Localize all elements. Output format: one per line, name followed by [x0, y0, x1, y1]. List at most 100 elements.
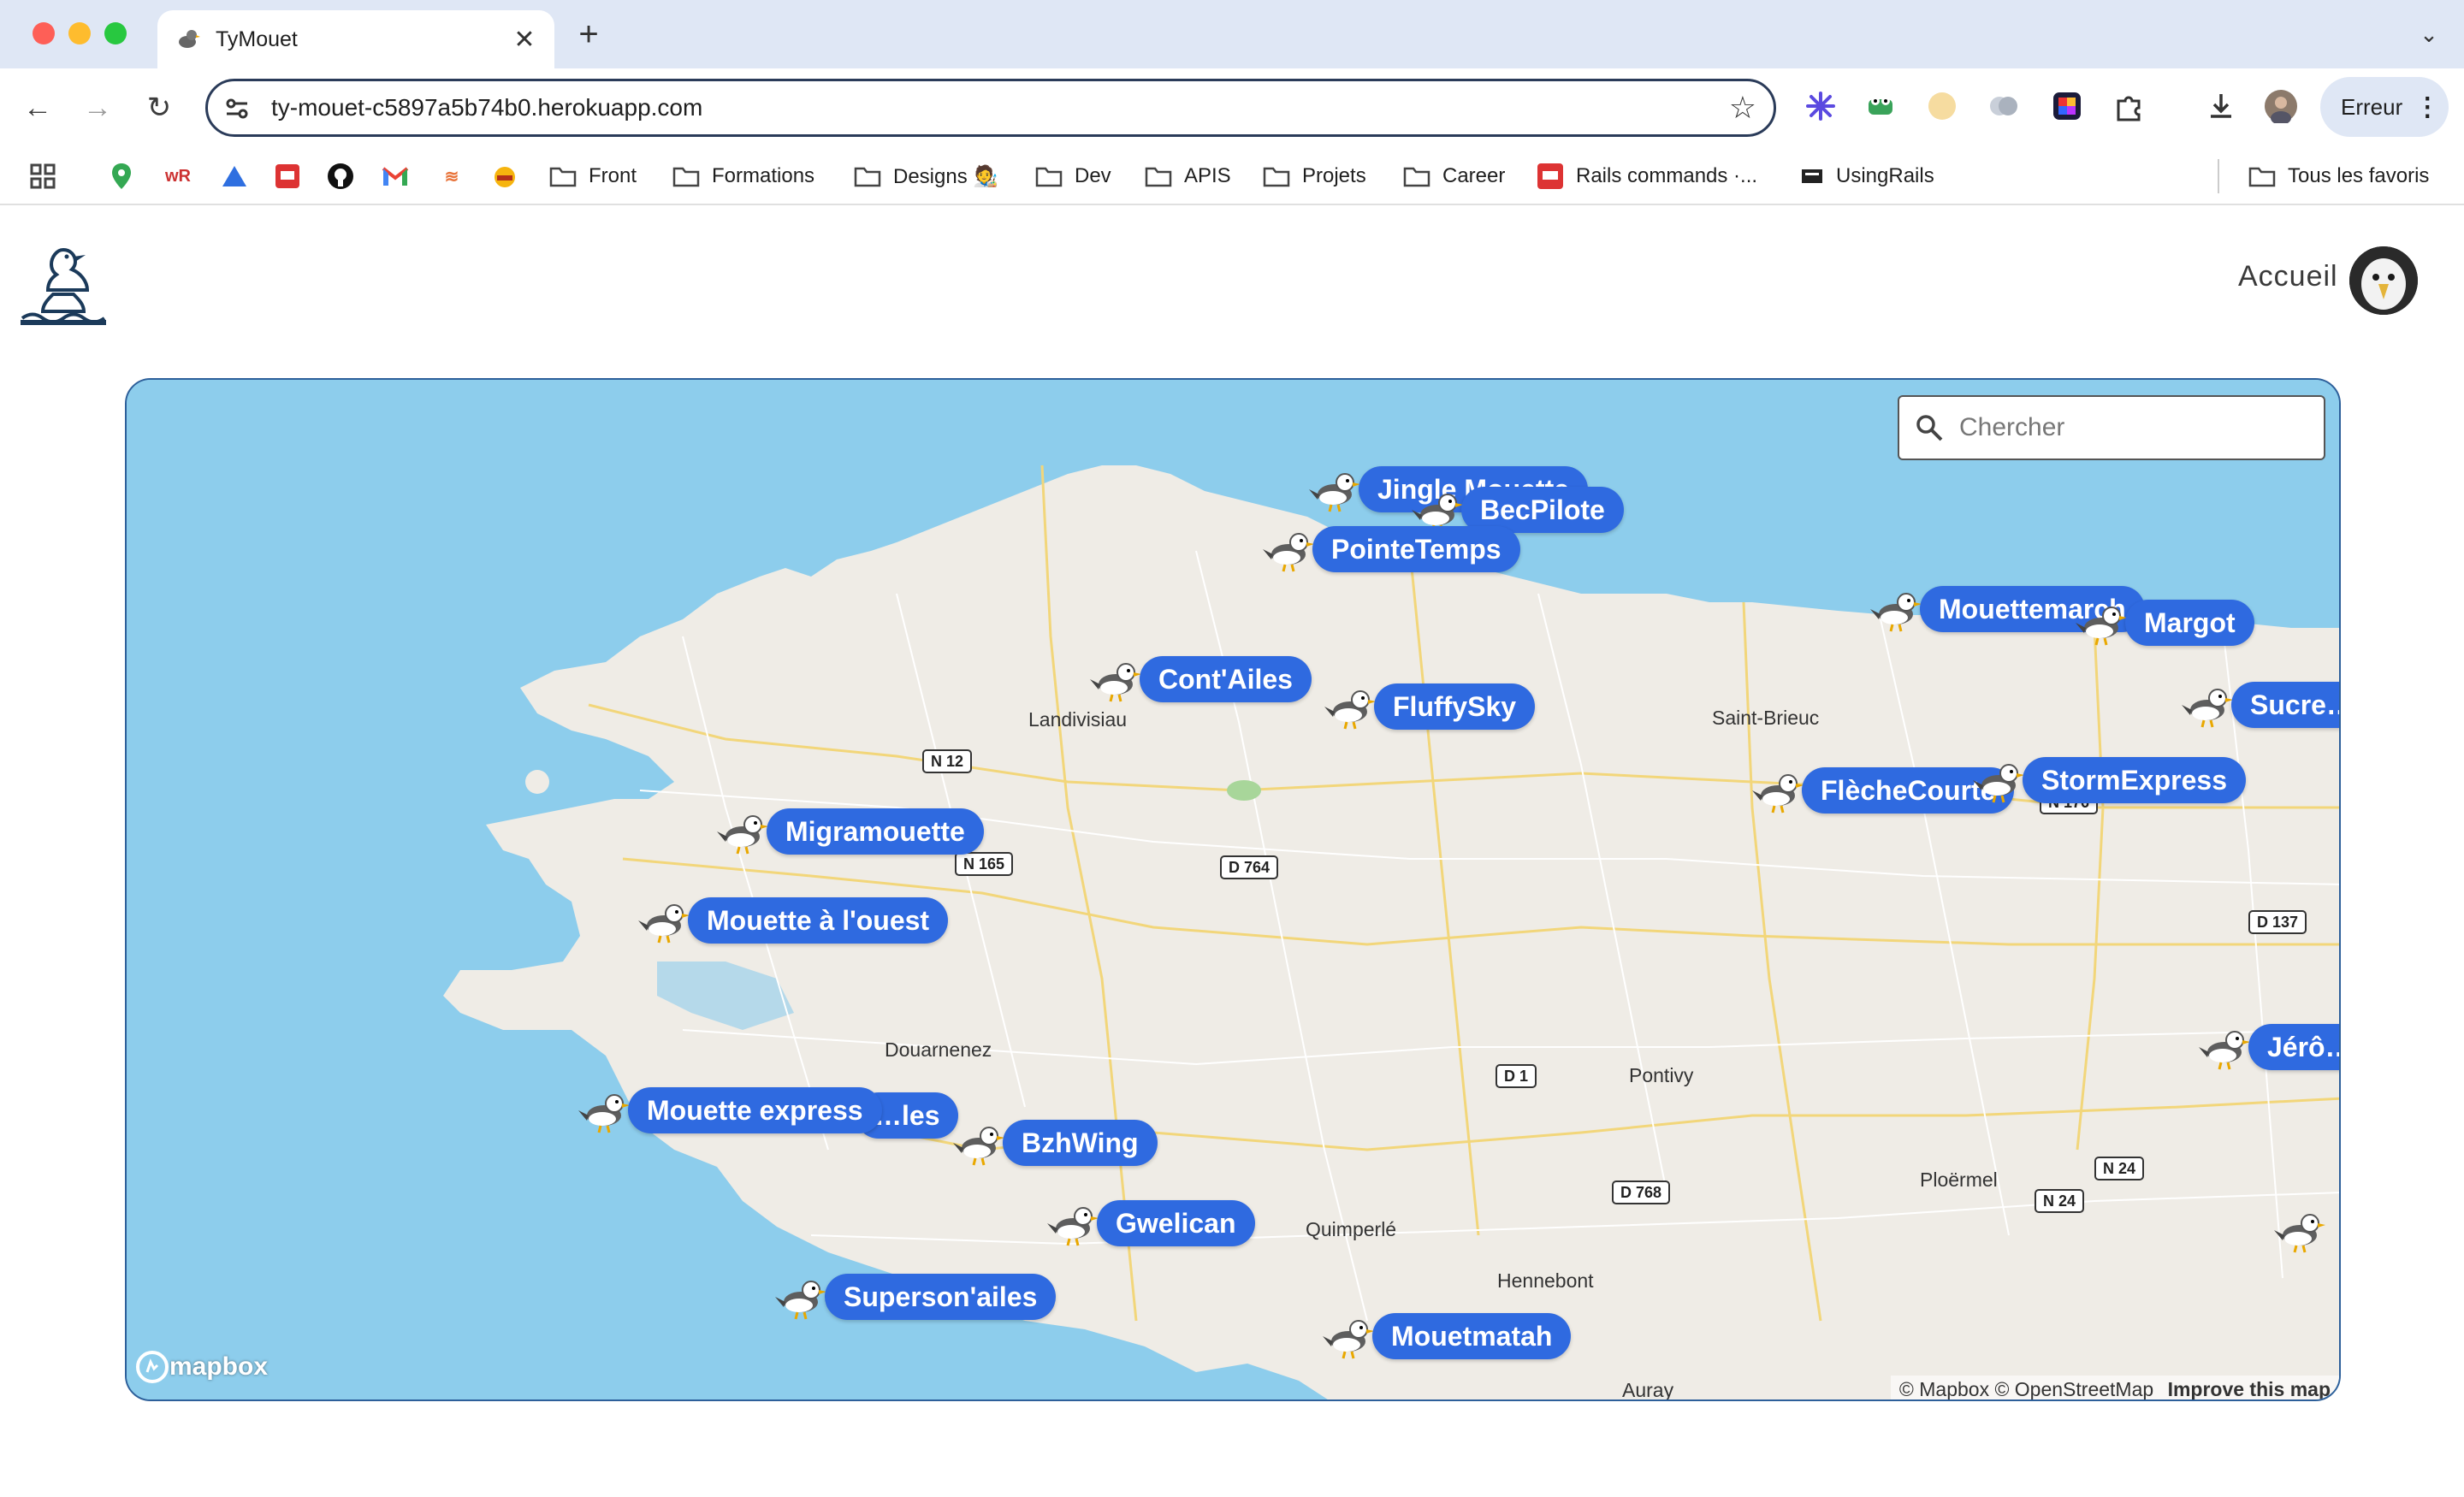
apps-grid-icon[interactable] — [29, 163, 56, 190]
marker-label[interactable]: FluffySky — [1374, 683, 1536, 730]
marker-label[interactable]: Jérô… — [2248, 1024, 2339, 1070]
marker-label[interactable]: StormExpress — [2023, 757, 2246, 803]
seagull-marker[interactable]: Cont'Ailes — [1088, 655, 1312, 703]
marker-label[interactable]: Cont'Ailes — [1140, 656, 1312, 702]
map-container[interactable]: Landivisiau Saint-Brieuc Douarnenez Pont… — [125, 378, 2341, 1401]
folder-icon — [549, 167, 577, 187]
seagull-favicon-icon — [179, 30, 200, 48]
extension-cloud-icon[interactable] — [1985, 87, 2023, 125]
bookmark-folder-apis[interactable]: APIS — [1145, 159, 1231, 193]
seagull-marker[interactable]: Superson'ailes — [773, 1273, 1057, 1321]
seagull-marker[interactable]: StormExpress — [1971, 756, 2246, 804]
tab-search-chevron-icon[interactable]: ⌄ — [2408, 15, 2450, 53]
extension-color-icon[interactable] — [2048, 87, 2086, 125]
profile-error-button[interactable]: Erreur ⋮ — [2320, 77, 2449, 137]
bookmark-all-favorites[interactable]: Tous les favoris — [2248, 159, 2429, 193]
bookmark-folder-projets[interactable]: Projets — [1263, 159, 1366, 193]
road-shield: N 24 — [2035, 1189, 2085, 1213]
seagull-marker[interactable]: Mouette à l'ouest — [637, 896, 949, 944]
stackoverflow-bookmark-icon[interactable]: ≋ — [438, 163, 465, 190]
gmail-bookmark-icon[interactable] — [382, 163, 409, 190]
seagull-marker[interactable]: Sucre… — [2180, 681, 2339, 729]
extensions-puzzle-icon[interactable] — [2110, 87, 2147, 125]
bookmark-label: Formations — [712, 164, 815, 187]
town-label: Hennebont — [1497, 1269, 1594, 1292]
bookmark-folder-designs[interactable]: Designs 🧑‍🎨 — [854, 159, 998, 193]
nav-home-link[interactable]: Accueil — [2238, 260, 2338, 293]
seagull-marker[interactable]: Jérô… — [2197, 1023, 2339, 1071]
extension-frog-icon[interactable] — [1862, 87, 1899, 125]
extension-asterisk-icon[interactable] — [1802, 87, 1839, 125]
browser-chrome: TyMouet ✕ + ⌄ ← → ↻ ty-mouet-c5897a5b74b… — [0, 0, 2464, 205]
seagull-marker[interactable]: FluffySky — [1323, 683, 1536, 731]
bookmark-label: Designs 🧑‍🎨 — [893, 164, 999, 188]
town-label: Saint-Brieuc — [1712, 707, 1820, 729]
back-button[interactable]: ← — [19, 89, 56, 127]
seagull-rock-logo-icon[interactable] — [19, 234, 108, 327]
user-avatar[interactable] — [2349, 246, 2418, 315]
close-window-button[interactable] — [33, 22, 55, 44]
github-bookmark-icon[interactable] — [327, 163, 354, 190]
bookmarks-bar: wR ≋ Front Formations Designs 🧑‍🎨 — [0, 147, 2464, 205]
bookmark-folder-dev[interactable]: Dev — [1035, 159, 1111, 193]
new-tab-button[interactable]: + — [570, 15, 607, 54]
seagull-icon — [1324, 690, 1376, 730]
bookmark-folder-front[interactable]: Front — [549, 159, 637, 193]
active-tab[interactable]: TyMouet ✕ — [157, 10, 554, 68]
url-text[interactable]: ty-mouet-c5897a5b74b0.herokuapp.com — [271, 81, 702, 134]
site-settings-icon[interactable] — [223, 95, 251, 122]
forward-button[interactable]: → — [79, 89, 116, 127]
road-shield: N 12 — [922, 749, 973, 773]
marker-label[interactable]: PointeTemps — [1312, 526, 1520, 572]
improve-map-link[interactable]: Improve this map — [2168, 1378, 2331, 1399]
rails-bookmark-icon[interactable] — [274, 163, 301, 190]
marker-label[interactable]: Margot — [2125, 600, 2254, 646]
bookmark-star-icon[interactable]: ☆ — [1729, 92, 1756, 124]
mask-bookmark-icon[interactable] — [491, 163, 518, 190]
minimize-window-button[interactable] — [68, 22, 91, 44]
marker-label[interactable]: BzhWing — [1003, 1120, 1158, 1166]
town-label: Quimperlé — [1306, 1218, 1397, 1240]
downloads-icon[interactable] — [2202, 87, 2240, 125]
seagull-marker[interactable]: Gwelican — [1045, 1199, 1255, 1247]
eagle-avatar-icon — [2349, 246, 2418, 315]
google-maps-bookmark-icon[interactable] — [108, 163, 135, 190]
seagull-marker[interactable]: Mouetmatah — [1321, 1312, 1572, 1360]
folder-icon — [672, 167, 700, 187]
folder-icon — [1263, 167, 1290, 187]
seagull-marker[interactable]: Margot — [2074, 599, 2254, 647]
marker-label[interactable]: Mouette à l'ouest — [688, 897, 949, 944]
marker-label[interactable]: Sucre… — [2231, 682, 2339, 728]
maximize-window-button[interactable] — [104, 22, 127, 44]
bookmark-label: Front — [589, 164, 637, 187]
attribution-text[interactable]: © Mapbox © OpenStreetMap — [1899, 1378, 2153, 1399]
marker-label[interactable]: Mouetmatah — [1372, 1313, 1572, 1359]
seagull-icon — [1752, 774, 1804, 814]
marker-label[interactable]: Migramouette — [767, 808, 984, 855]
map-search-box[interactable] — [1898, 395, 2325, 460]
triangle-bookmark-icon[interactable] — [221, 163, 248, 190]
seagull-icon — [717, 815, 768, 855]
close-tab-icon[interactable]: ✕ — [512, 25, 537, 55]
seagull-marker[interactable]: BzhWing — [951, 1119, 1158, 1167]
extension-circle-icon[interactable] — [1923, 87, 1961, 125]
map-basemap[interactable] — [127, 380, 2341, 1401]
bookmark-folder-formations[interactable]: Formations — [672, 159, 814, 193]
seagull-marker[interactable]: Mouette express — [577, 1086, 882, 1134]
profile-avatar-icon[interactable] — [2262, 87, 2300, 125]
marker-label[interactable]: Gwelican — [1097, 1200, 1255, 1246]
seagull-marker[interactable] — [2272, 1206, 2327, 1254]
map-search-input[interactable] — [1959, 413, 2319, 442]
bookmark-label: UsingRails — [1836, 164, 1934, 187]
seagull-marker[interactable]: Migramouette — [715, 808, 984, 855]
marker-label[interactable]: Mouette express — [628, 1087, 882, 1133]
seagull-marker[interactable]: PointeTemps — [1261, 525, 1520, 573]
reload-button[interactable]: ↻ — [140, 89, 178, 127]
mapbox-logo[interactable]: mapbox — [135, 1350, 268, 1384]
bookmark-folder-career[interactable]: Career — [1403, 159, 1505, 193]
address-bar[interactable]: ty-mouet-c5897a5b74b0.herokuapp.com ☆ — [205, 79, 1776, 137]
marker-label[interactable]: Superson'ailes — [825, 1274, 1057, 1320]
wr-bookmark-icon[interactable]: wR — [164, 163, 192, 190]
bookmark-usingrails[interactable]: UsingRails — [1800, 159, 1934, 193]
bookmark-rails-commands[interactable]: Rails commands ·... — [1537, 159, 1757, 193]
